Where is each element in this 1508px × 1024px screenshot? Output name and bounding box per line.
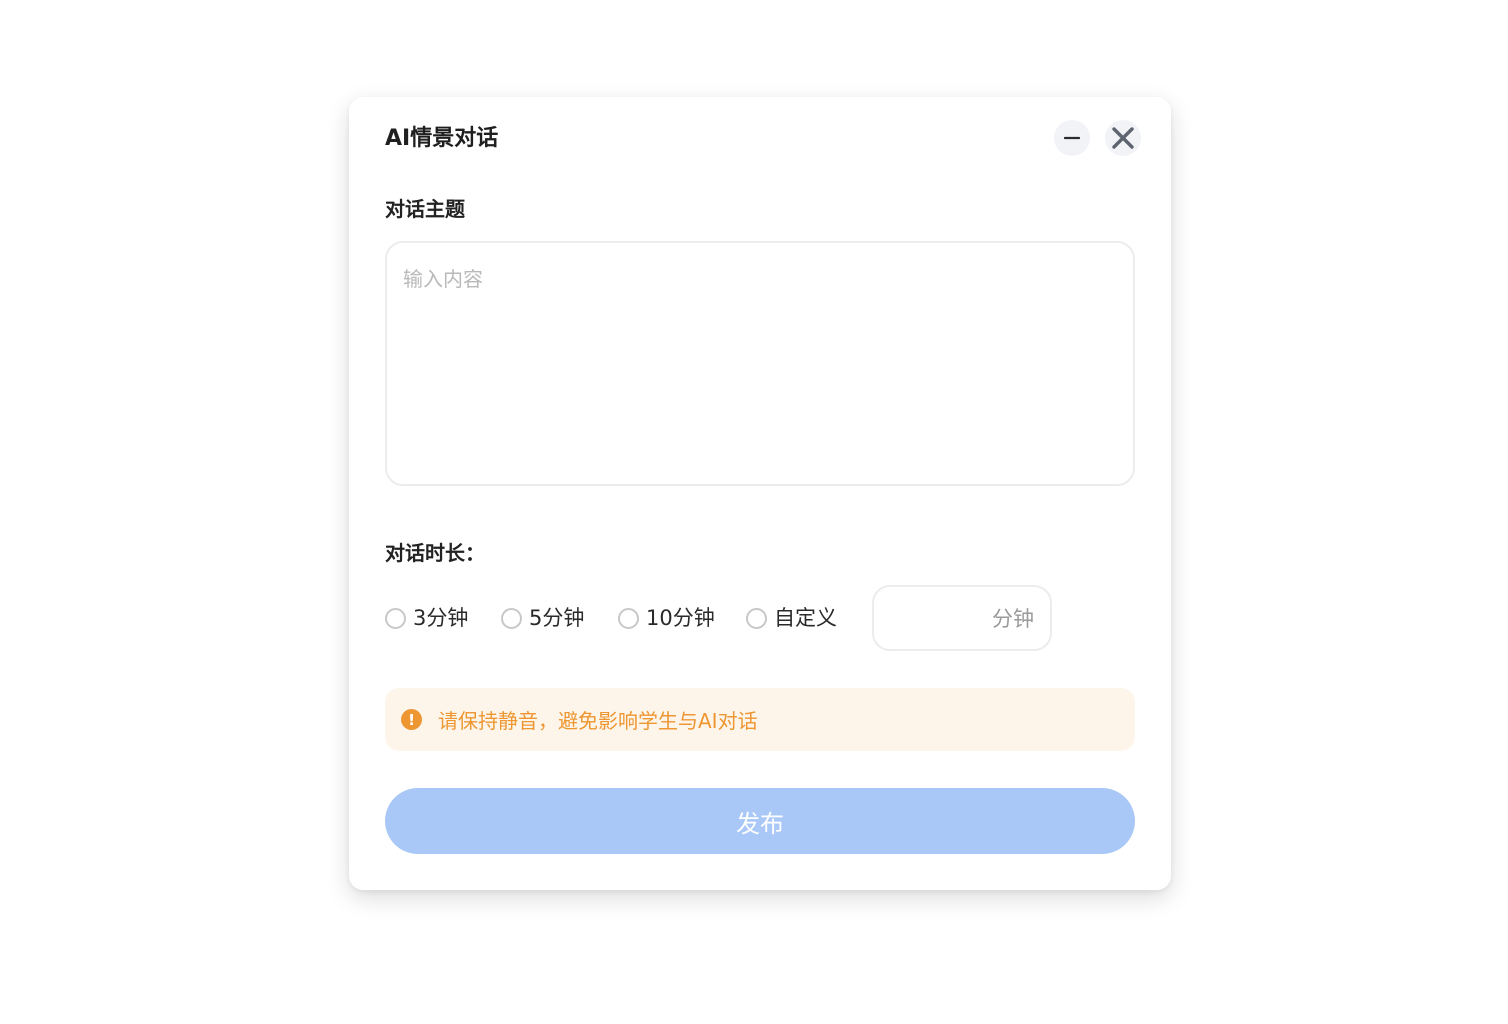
duration-option-label: 3分钟 [413,606,469,630]
radio-circle[interactable] [618,607,639,629]
duration-options: 3分钟 5分钟 10分钟 自定义 分钟 [385,585,1135,651]
publish-button[interactable]: 发布 [385,788,1135,854]
duration-option-label: 5分钟 [529,606,585,630]
duration-option-custom[interactable]: 自定义 [746,585,837,651]
ai-scenario-dialog: AI情景对话 对话主题 对话时长： 3分钟 5分钟 10分钟 自定义 [349,97,1171,890]
duration-option-3min[interactable]: 3分钟 [385,585,468,651]
radio-circle[interactable] [746,607,767,629]
topic-label: 对话主题 [385,197,465,221]
minutes-unit-label: 分钟 [992,607,1034,631]
close-button[interactable] [1105,120,1141,156]
custom-minutes-input[interactable] [898,605,992,631]
duration-option-label: 自定义 [774,606,837,630]
minimize-button[interactable] [1054,120,1090,156]
duration-option-10min[interactable]: 10分钟 [618,585,715,651]
custom-minutes-field[interactable]: 分钟 [872,585,1052,651]
mute-notice: ! 请保持静音，避免影响学生与AI对话 [385,688,1135,751]
minus-icon [1064,136,1080,140]
topic-input[interactable] [385,241,1135,486]
dialog-title: AI情景对话 [385,126,499,151]
radio-circle[interactable] [385,607,406,629]
duration-option-label: 10分钟 [646,606,715,630]
radio-circle[interactable] [501,607,522,629]
close-icon [1112,127,1134,149]
duration-label: 对话时长： [385,541,485,565]
duration-option-5min[interactable]: 5分钟 [501,585,584,651]
exclamation-circle-icon: ! [401,709,422,730]
notice-text: 请保持静音，避免影响学生与AI对话 [438,709,758,733]
